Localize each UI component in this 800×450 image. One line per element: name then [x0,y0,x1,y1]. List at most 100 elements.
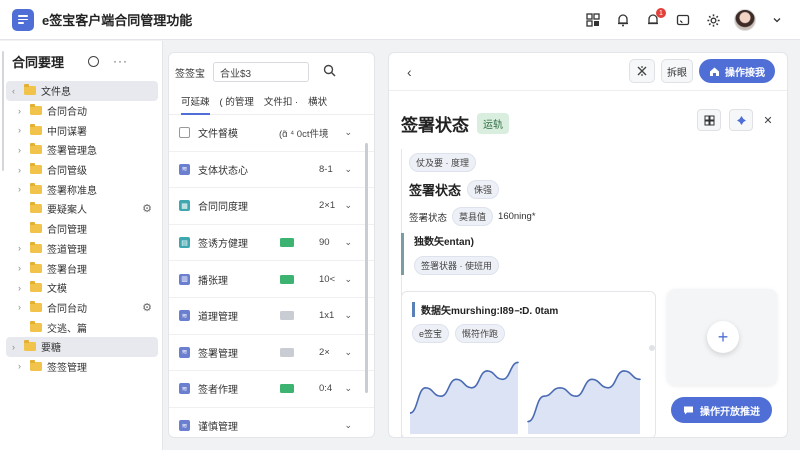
tab-0[interactable]: 可延疎 [181,94,210,115]
chevron-right-icon[interactable]: › [18,106,30,116]
sidebar-item[interactable]: ›合同管理 [0,219,162,239]
scan-icon[interactable] [584,11,602,29]
tools-button[interactable] [629,59,655,83]
chevron-down-icon[interactable]: ⌄ [344,347,352,358]
chevron-down-icon[interactable]: ‹ [12,86,24,96]
chevron-right-icon[interactable]: › [18,243,30,253]
folder-icon [30,163,42,175]
chart-point [486,370,488,372]
chevron-right-icon[interactable]: › [18,361,30,371]
sidebar-item[interactable]: ›交逃、篇 [0,317,162,337]
tab-2[interactable]: 文件扣 · [264,94,298,114]
chevron-right-icon[interactable]: › [18,184,30,194]
sidebar-item[interactable]: › 签署管理急 [0,140,162,160]
more-icon[interactable]: ··· [113,54,128,68]
chevron-down-icon[interactable] [768,11,786,29]
app-title: e签宝客户端合同管理功能 [42,13,193,28]
sidebar-item-label: 文件息 [41,87,71,99]
sidebar-item-label: 签署台理 [47,264,87,276]
sidebar-title: 合同要理 [12,54,65,70]
chevron-right-icon[interactable]: › [18,125,30,135]
filter-button[interactable]: 拆眼 [661,59,693,83]
add-button[interactable]: + [707,321,739,353]
tab-1[interactable]: ( 的管理 [220,94,254,114]
list-item[interactable]: ≋ 道理管理 1x1 ⌄ [169,298,374,335]
user-avatar[interactable] [734,9,756,31]
notification-bell-icon[interactable]: 1 [644,8,666,29]
chevron-down-icon[interactable]: ⌄ [344,383,352,394]
chevron-right-icon[interactable]: › [18,302,30,312]
sidebar-item[interactable]: › 要糖 [6,336,158,357]
chevron-right-icon[interactable]: › [18,165,30,175]
sidebar-item[interactable]: ›要疑案人⚙ [0,199,162,219]
list-item[interactable]: ≋ 支体状态心 8-1 ⌄ [169,152,374,189]
circle-icon[interactable] [88,55,100,67]
gear-icon[interactable]: ⚙ [142,301,152,314]
sidebar-item-label: 合同管理 [47,225,87,237]
folder-icon [30,241,42,253]
sidebar-item[interactable]: › 签署称准息 [0,179,162,199]
sidebar-item[interactable]: › 合同合动 [0,101,162,121]
search-input[interactable]: 合业$3 [213,62,309,82]
chevron-down-icon[interactable]: ⌄ [344,200,352,211]
chevron-right-icon[interactable]: › [12,342,24,352]
primary-action-button[interactable]: 操作接我 [699,59,775,83]
chevron-right-icon[interactable]: › [18,263,30,273]
list-item[interactable]: ≋ 谨慎管理 ⌄ [169,408,374,437]
chevron-down-icon[interactable]: ⌄ [344,274,352,285]
pin-icon[interactable] [729,109,753,131]
list-item[interactable]: ▦ 合同同度理 2×1 ⌄ [169,188,374,225]
home-icon [710,67,719,76]
chevron-down-icon[interactable]: ⌄ [344,420,352,431]
resize-handle[interactable] [649,345,655,351]
list-scrollbar[interactable] [365,143,368,393]
app-header: e签宝客户端合同管理功能 1 [0,0,800,40]
sidebar-item[interactable]: › 签签管理 [0,357,162,377]
sidebar-item[interactable]: › 签署台理 [0,258,162,278]
heading-chip: 侏强 [467,180,500,199]
chart-point [543,395,545,398]
chevron-down-icon[interactable]: ⌄ [344,310,352,321]
list-item[interactable]: 文件督模 (ɑ̃ ⁴ 0ct件境 ⌄ [169,115,374,152]
cast-icon[interactable] [674,11,692,29]
primary-action-label: 操作接我 [725,67,765,79]
sidebar-item[interactable]: › 签道管理 [0,239,162,259]
chevron-down-icon[interactable]: ⌄ [344,237,352,248]
list-item[interactable]: ▥ 播张理 10< ⌄ [169,261,374,298]
row-tag [280,384,294,394]
search-icon[interactable] [323,64,336,80]
list-item[interactable]: ≋ 签者作理 0:4 ⌄ [169,371,374,408]
close-icon[interactable]: ✕ [761,114,775,127]
back-chevron-icon[interactable]: ‹ [407,64,412,80]
sidebar-item[interactable]: ‹ 文件息 [6,81,158,101]
sidebar-item-label: 合同管级 [47,166,87,178]
chart-point [527,420,529,423]
row-label: 文件督模 [198,129,238,141]
card-chip-1: e签宝 [412,324,450,343]
chevron-right-icon[interactable]: › [18,283,30,293]
row-label: 播张理 [198,275,228,287]
list-item[interactable]: ≋ 签署管理 2× ⌄ [169,335,374,372]
gear-icon[interactable]: ⚙ [142,202,152,215]
tab-3[interactable]: 横状 [308,94,327,114]
settings-gear-icon[interactable] [704,11,722,29]
list-item[interactable]: ▤ 签诱方健理 90 ⌄ [169,225,374,262]
row-value: 2×1 [319,200,336,212]
bell-icon[interactable] [614,11,632,29]
chevron-down-icon[interactable]: ⌄ [344,127,352,138]
sidebar-item[interactable]: › 中同谋署 [0,120,162,140]
sidebar-item[interactable]: › 合同台动 ⚙ [0,298,162,318]
sidebar-item-label: 合同台动 [47,303,87,315]
sidebar-item-label: 交逃、篇 [47,323,87,335]
row-type-icon: ≋ [179,420,190,432]
folder-icon [30,281,42,293]
detail-panel: ‹ 拆眼 操作接我 签署状态 运轨 ✕ 仗及要 · 度理 签署状态 侏强 签署状… [388,52,788,438]
sidebar-item[interactable]: › 合同管级 [0,160,162,180]
grid-icon[interactable] [697,109,721,131]
row-type-icon [179,127,190,139]
operation-push-button[interactable]: 操作开放推进 [671,397,772,423]
chevron-down-icon[interactable]: ⌄ [344,164,352,175]
folder-icon [30,123,42,135]
sidebar-item[interactable]: › 文模 [0,278,162,298]
chevron-right-icon[interactable]: › [18,145,30,155]
